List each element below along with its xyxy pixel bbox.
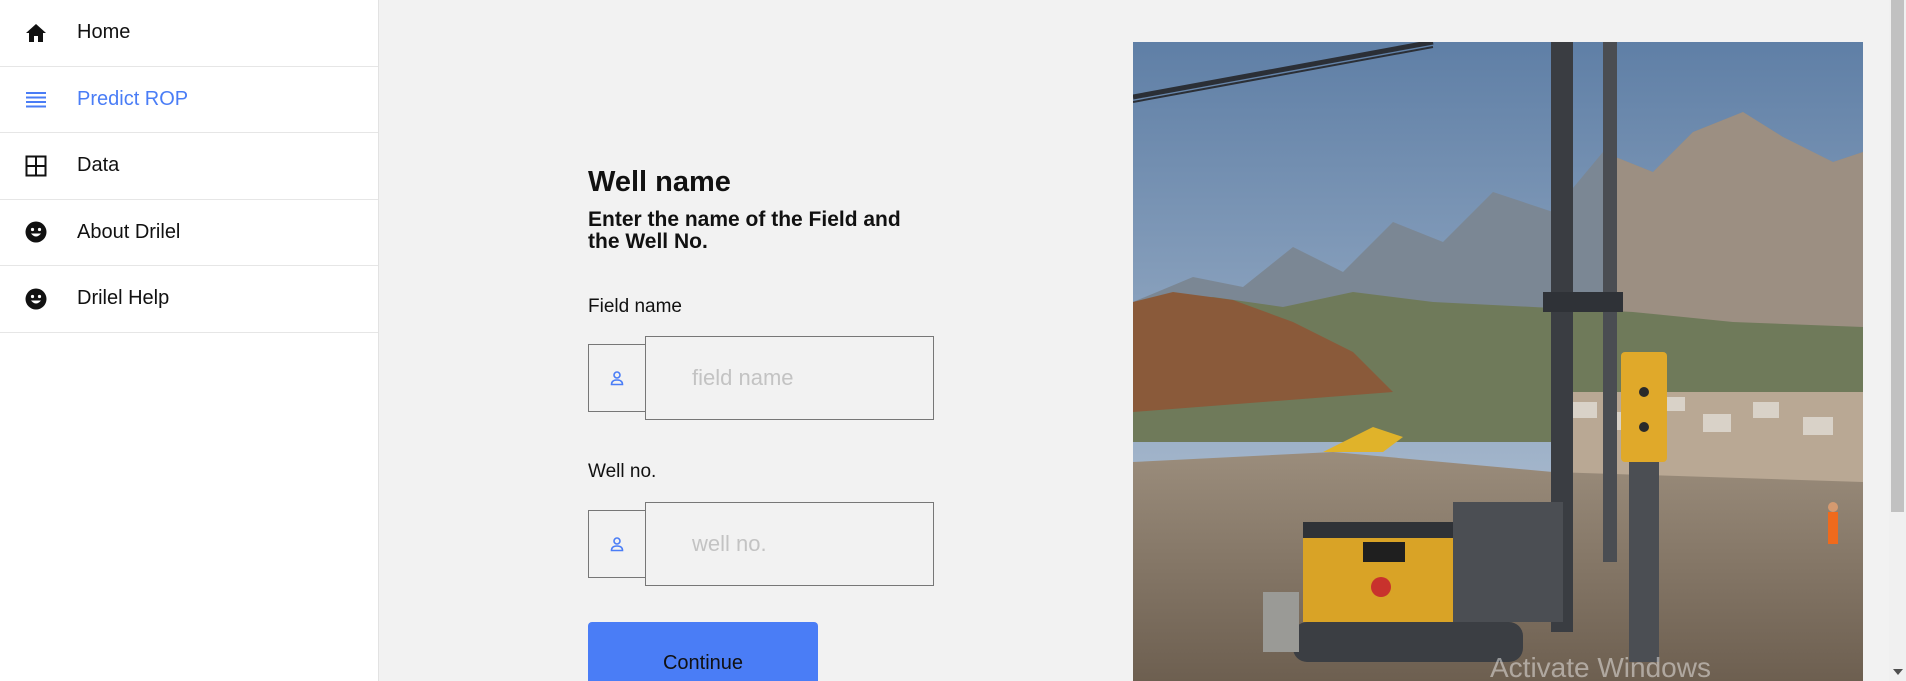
sidebar: Home Predict ROP Data About Drilel Drile… [0, 0, 379, 681]
well-no-label: Well no. [588, 461, 657, 482]
form-subtitle: Enter the name of the Field and the Well… [588, 208, 901, 253]
user-icon [588, 510, 645, 578]
sidebar-item-label: Drilel Help [77, 287, 170, 310]
well-no-group [588, 502, 934, 586]
sidebar-item-drilel-help[interactable]: Drilel Help [0, 266, 378, 333]
continue-button[interactable]: Continue [588, 622, 818, 681]
field-name-label: Field name [588, 296, 682, 317]
page-scrollbar[interactable] [1889, 0, 1906, 681]
sidebar-item-home[interactable]: Home [0, 0, 378, 67]
form-title: Well name [588, 166, 731, 198]
field-name-input[interactable] [645, 336, 934, 420]
sidebar-item-label: Predict ROP [77, 87, 189, 110]
activate-windows-watermark: Activate Windows [1490, 652, 1711, 681]
sidebar-item-label: Data [77, 154, 120, 177]
list-icon [24, 87, 48, 111]
well-name-form: Well name Enter the name of the Field an… [588, 160, 948, 681]
scrollbar-thumb[interactable] [1891, 0, 1904, 512]
sidebar-item-data[interactable]: Data [0, 133, 378, 200]
field-name-group [588, 336, 934, 420]
user-icon [588, 344, 645, 412]
scroll-down-arrow-icon[interactable] [1893, 669, 1903, 675]
grid-icon [24, 154, 48, 178]
drilling-rig-photo [1133, 42, 1863, 681]
well-no-input[interactable] [645, 502, 934, 586]
sidebar-item-label: Home [77, 21, 131, 44]
smiley-icon [24, 287, 48, 311]
smiley-icon [24, 220, 48, 244]
home-icon [24, 21, 48, 45]
sidebar-item-label: About Drilel [77, 220, 181, 243]
sidebar-item-about-drilel[interactable]: About Drilel [0, 200, 378, 266]
sidebar-item-predict-rop[interactable]: Predict ROP [0, 67, 378, 133]
